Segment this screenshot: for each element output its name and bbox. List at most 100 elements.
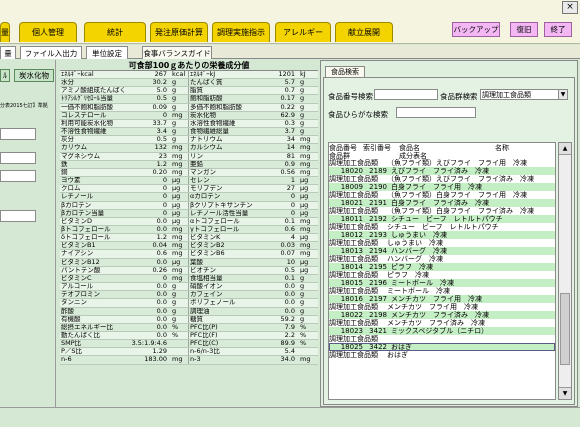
nutrient-value: 3.4 [156,128,167,136]
chevron-down-icon[interactable]: ▼ [558,90,567,99]
nutrient-unit: mg [172,250,183,258]
left-field-2[interactable] [0,152,36,164]
nutrient-name: PFC比(P) [188,323,252,331]
nutrient-row: コレステロール 0 mg 炭水化物 62.9 g [60,111,318,120]
nutrient-row: 有機酸 0.0 g 糖質 59.2 g [60,315,318,324]
nutrient-unit: mg [172,168,183,176]
list-item[interactable]: 調理加工食品類 シチュー ビーフ レトルトパウチ [329,223,555,231]
restore-button[interactable]: 復旧 [510,22,538,37]
nutrient-value: 0.0 [156,299,167,307]
list-item[interactable]: 18015 2196 ミートボール 冷凍 [329,279,555,287]
scroll-up-arrow-icon[interactable]: ▲ [559,143,571,155]
list-item[interactable]: 調理加工食品類 ピラフ 冷凍 [329,271,555,279]
list-item[interactable]: 調理加工食品類 [329,335,555,343]
backup-button[interactable]: バックアップ [452,22,500,37]
subtab-unit-settings[interactable]: 単位設定 [86,46,128,59]
nutrient-value: 0.0 [156,332,167,339]
food-group: 調理加工食品類 [329,351,378,359]
nutrient-value: 132 [154,144,167,152]
nutrient-value: 0.1 [284,274,295,282]
nutrient-value: 0.56 [280,168,295,176]
nutrient-value: 0.17 [280,95,295,103]
food-hiragana-search-input[interactable] [396,107,476,118]
nutrient-unit: mg [300,136,311,144]
list-item[interactable]: 18014 2195 ピラフ 冷凍 [329,263,555,271]
nutrient-name: ナトリウム [188,136,252,144]
list-item[interactable]: 18022 2198 メンチカツ フライ済み 冷凍 [329,311,555,319]
food-number: 18015 [340,279,363,287]
list-item[interactable]: 調理加工食品類 メンチカツ フライ済み 冷凍 [329,319,555,327]
nutrient-value: 0.0 [156,315,167,323]
tab-personal-management[interactable]: 個人管理 [19,22,77,42]
food-table-name: しゅうまい 冷凍 [387,239,443,247]
food-table-name: メンチカツ フライ済み 冷凍 [387,319,485,327]
left-field-4[interactable] [0,210,36,222]
left-chip-carbohydrate[interactable]: 炭水化物 [14,69,54,82]
food-result-list: 食品番号 索引番号 食品名 名称 食品群 成分表名 調理加工食品類 （魚フライ類）… [328,142,556,400]
tab-allergy[interactable]: アレルギー [275,22,331,42]
food-name: メンチカツ フライ用 冷凍 [391,295,482,303]
food-code-search-input[interactable] [374,89,438,100]
subtab-meal-balance-guide[interactable]: 食事バランスガイド [142,46,212,59]
list-item[interactable]: 調理加工食品類 ハンバーグ 冷凍 [329,255,555,263]
list-item[interactable]: 18025 3422 おはぎ [329,343,555,351]
nutrient-unit: mg [172,144,183,152]
scroll-down-arrow-icon[interactable]: ▼ [559,387,571,399]
list-indent [329,263,339,271]
nutrient-name: 灰分 [61,136,74,144]
left-field-1[interactable] [0,128,36,140]
tab-menu-expansion[interactable]: 献立展開 [335,22,393,42]
subtab-file-io[interactable]: ファイル入出力 [20,46,82,59]
tab-statistics[interactable]: 統計 [84,22,146,42]
tab-food-search[interactable]: 食品検索 [325,66,365,77]
nutrient-row: 酢酸 0.0 g 調理油 0.0 g [60,307,318,316]
nutrient-value: 0 [162,274,167,282]
nutrient-value: 59.2 [280,315,295,323]
main-tab-bar: 量 個人管理 統計 発注原価計算 調理実施指示 アレルギー 献立展開 バックアッ… [0,0,580,44]
nutrient-name: ｴﾈﾙｷﾞｰkcal [61,71,94,78]
tab-quantity[interactable]: 量 [0,22,10,42]
nutrient-unit: mg [172,242,183,250]
list-indent [329,295,339,303]
list-item[interactable]: 18013 2194 ハンバーグ 冷凍 [329,247,555,255]
list-item[interactable]: 調理加工食品類 おはぎ [329,351,555,359]
nutrient-unit: μg [300,185,309,193]
list-item[interactable]: 18011 2192 シチュー ビーフ レトルトパウチ [329,215,555,223]
tab-order-cost[interactable]: 発注原価計算 [150,22,208,42]
nutrient-name: 動たんぱく比 [61,332,100,339]
list-item[interactable]: 18012 2193 しゅうまい 冷凍 [329,231,555,239]
nutrient-name: マンガン [188,168,252,177]
list-item[interactable]: 18023 3421 ミックスベジタブル（ニチロ） [329,327,555,335]
list-item[interactable]: 調理加工食品類 メンチカツ フライ用 冷凍 [329,303,555,311]
footer-bar [0,407,580,427]
list-item[interactable]: 調理加工食品類 （魚フライ類）白身フライ フライ済み 冷凍 [329,207,555,215]
list-item[interactable]: 調理加工食品類 （魚フライ類）えびフライ フライ用 冷凍 [329,159,555,167]
left-chip-1[interactable]: ﾙ [0,69,10,82]
list-item[interactable]: 調理加工食品類 ミートボール 冷凍 [329,287,555,295]
food-group-select[interactable]: 調理加工食品類 ▼ [480,89,568,100]
nutrient-unit: mg [300,152,311,160]
list-item[interactable]: 調理加工食品類 （魚フライ類）白身フライ フライ用 冷凍 [329,191,555,199]
list-item[interactable]: 18016 2197 メンチカツ フライ用 冷凍 [329,295,555,303]
list-scrollbar[interactable]: ▲ ▼ [558,142,572,400]
nutrient-value: 0.07 [280,250,295,258]
food-group: 調理加工食品類 [329,175,378,183]
subtab-quantity[interactable]: 量 [0,46,16,59]
list-item[interactable]: 調理加工食品類 しゅうまい 冷凍 [329,239,555,247]
nutrient-value: 0.0 [156,291,167,299]
nutrient-unit: g [300,291,305,299]
exit-button[interactable]: 終了 [544,22,572,37]
nutrient-value: 0.0 [284,307,295,315]
close-icon[interactable]: × [562,1,578,14]
tab-cooking-instructions[interactable]: 調理実施指示 [212,22,270,42]
list-item[interactable]: 調理加工食品類 （魚フライ類）えびフライ フライ済み 冷凍 [329,175,555,183]
list-item[interactable]: 18020 2189 えびフライ フライ済み 冷凍 [329,167,555,175]
scrollbar-thumb[interactable] [560,293,570,365]
list-item[interactable]: 18009 2190 白身フライ フライ用 冷凍 [329,183,555,191]
left-field-3[interactable] [0,170,36,182]
index-number: 2194 [369,247,387,255]
nutrient-unit: mg [172,356,183,364]
list-item[interactable]: 18021 2191 白身フライ フライ済み 冷凍 [329,199,555,207]
nutrient-name: 有機酸 [61,315,81,323]
food-number: 18014 [340,263,363,271]
